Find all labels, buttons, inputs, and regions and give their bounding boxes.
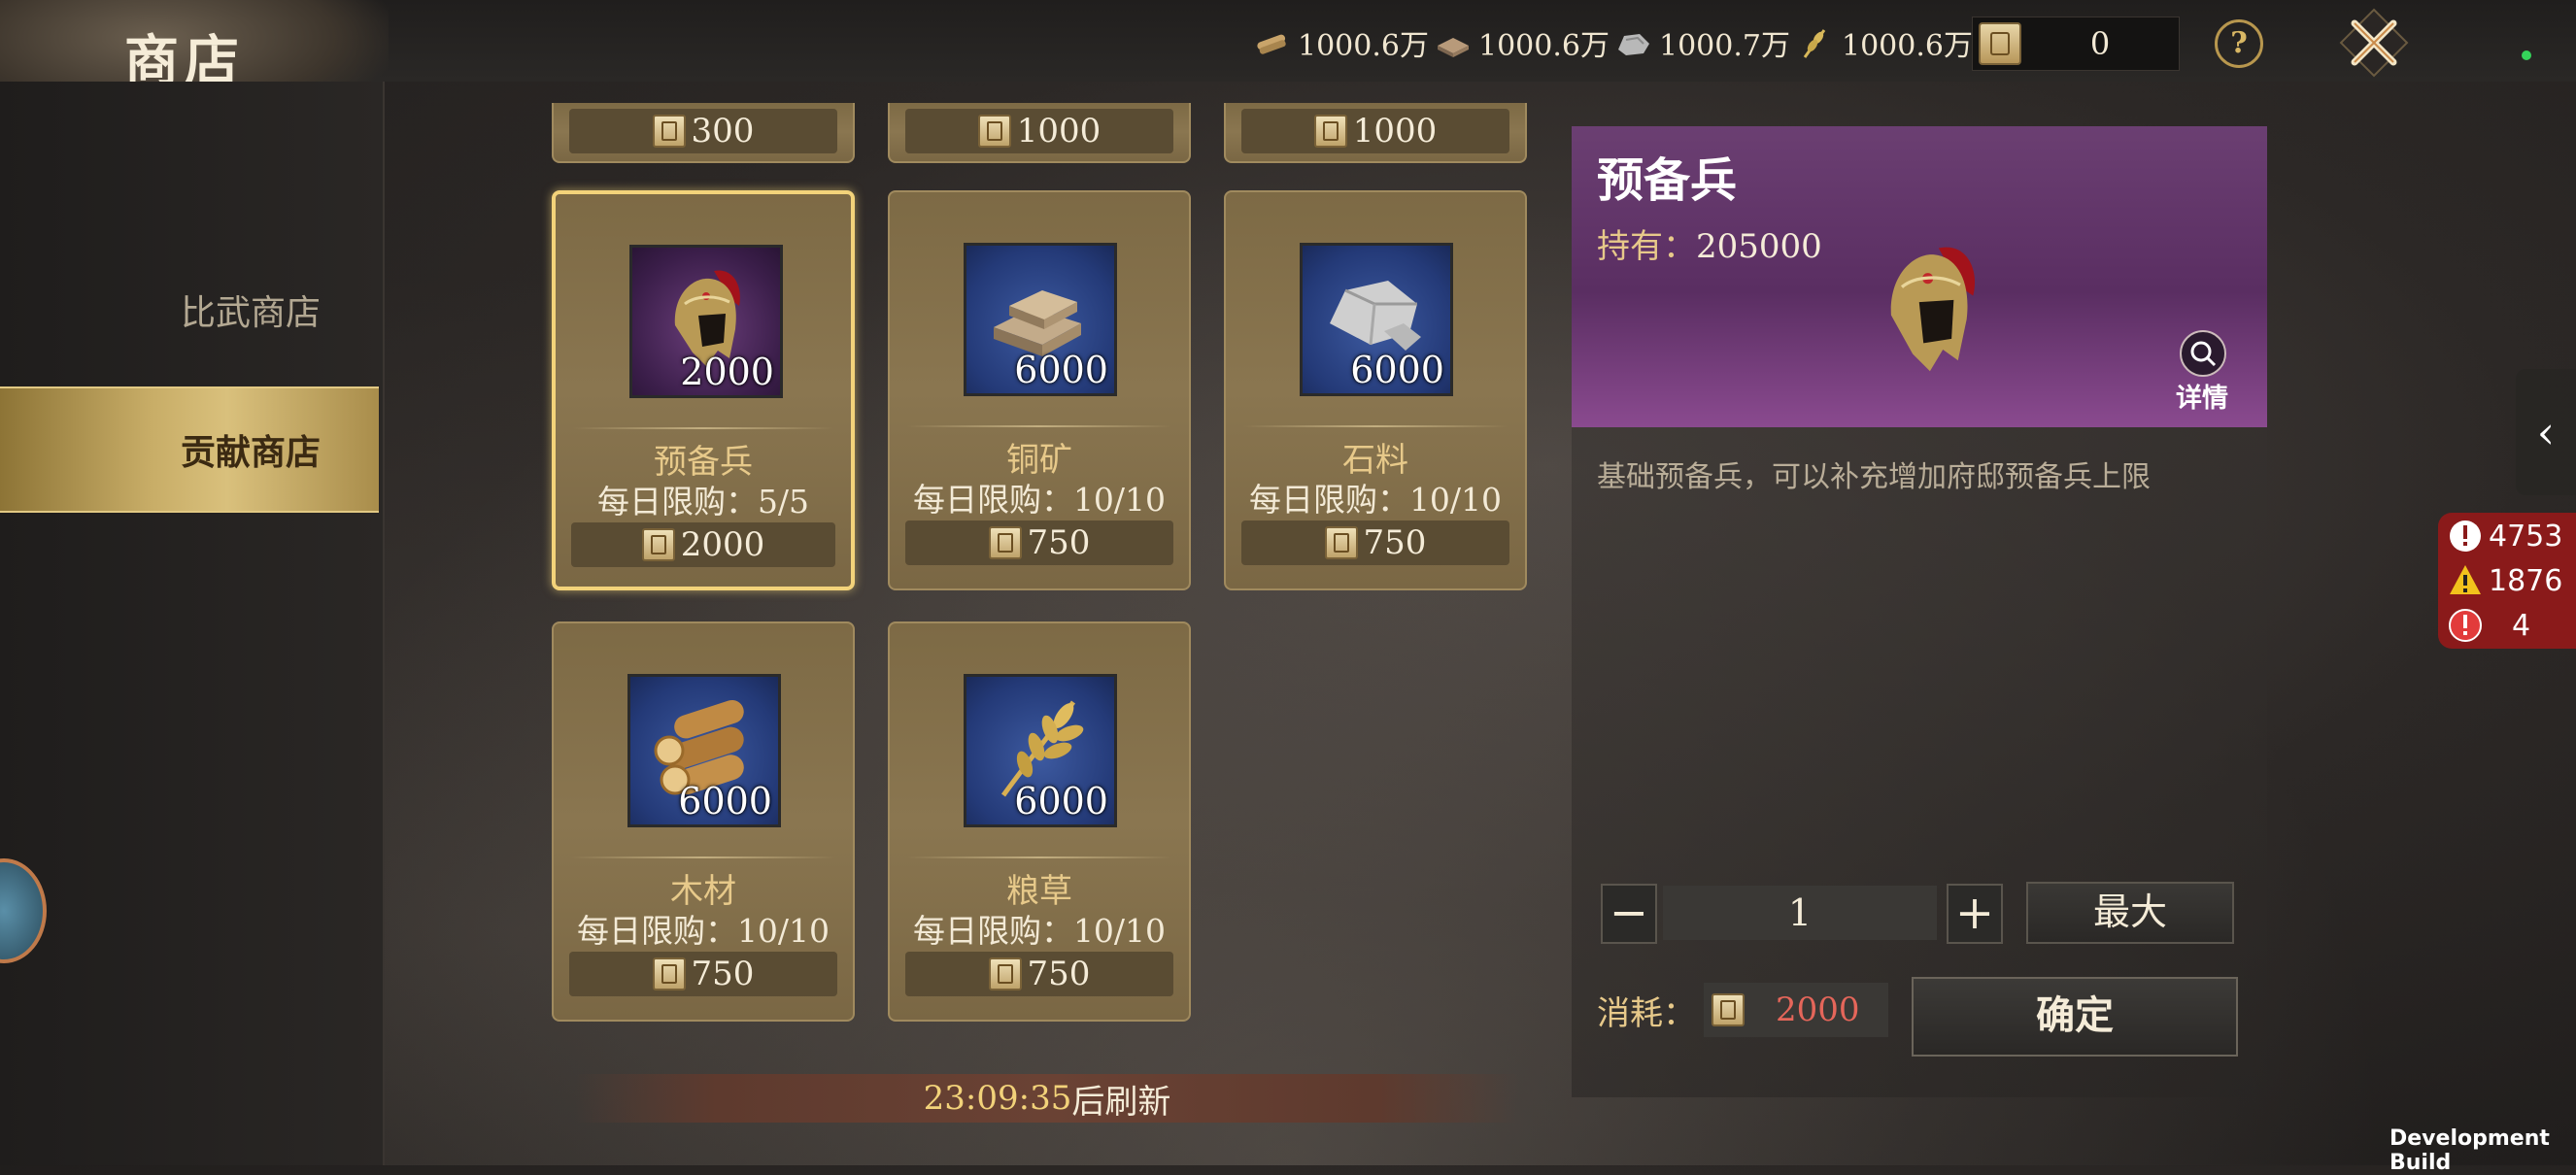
price-tag: 2000: [571, 522, 835, 567]
daily-limit: 每日限购：10/10: [912, 481, 1167, 519]
wood-icon: [1257, 34, 1286, 54]
alert-row-error: 4: [2448, 608, 2530, 643]
search-icon[interactable]: [2180, 330, 2226, 377]
refresh-timer: 23:09:35 后刷新: [575, 1074, 1519, 1123]
contribution-token-icon: [1313, 115, 1347, 148]
contribution-token-icon: [977, 115, 1011, 148]
alert-row-warning: 1876: [2448, 563, 2562, 598]
max-button[interactable]: 最大: [2026, 882, 2234, 944]
debug-alert-panel[interactable]: 4753 1876 4: [2438, 513, 2576, 649]
item-icon-frame: 6000: [964, 243, 1117, 396]
detail-header: 预备兵 持有：205000 详情: [1572, 126, 2267, 427]
price-tag: 750: [569, 952, 837, 996]
detail-title: 预备兵: [1597, 153, 1738, 208]
resource-copper: 1000.6万: [1434, 21, 1610, 64]
shop-card-partial[interactable]: 1000: [1224, 103, 1527, 163]
shop-card-wood[interactable]: 6000 木材 每日限购：10/10 750: [552, 621, 855, 1022]
price-tag: 750: [1241, 520, 1509, 565]
error-icon: [2449, 609, 2482, 642]
price-tag: 1000: [905, 109, 1173, 153]
resource-grain: 1000.6万: [1797, 21, 1973, 64]
info-icon: [2450, 520, 2481, 552]
resource-wood: 1000.6万: [1253, 21, 1429, 64]
owned-count: 持有：205000: [1597, 227, 1822, 266]
daily-limit: 每日限购：5/5: [596, 483, 810, 520]
shop-card-partial[interactable]: 300: [552, 103, 855, 163]
cost-display: 消耗： 2000: [1597, 983, 1888, 1037]
daily-limit: 每日限购：10/10: [912, 912, 1167, 950]
grain-icon: [1803, 29, 1826, 58]
price-tag: 300: [569, 109, 837, 153]
shop-card-reserve-soldier[interactable]: 2000 预备兵 每日限购：5/5 2000: [552, 190, 855, 590]
contribution-currency: 0: [1972, 17, 2180, 71]
shop-card-copper[interactable]: 6000 铜矿 每日限购：10/10 750: [888, 190, 1191, 590]
sidebar: 比武商店 贡献商店: [0, 82, 385, 1165]
daily-limit: 每日限购：10/10: [1248, 481, 1503, 519]
divider: [907, 425, 1171, 427]
divider: [1243, 425, 1508, 427]
contribution-token-icon: [652, 115, 686, 148]
item-icon-frame: 2000: [629, 245, 783, 398]
alert-row-info: 4753: [2448, 519, 2562, 554]
item-icon-frame: 6000: [964, 674, 1117, 827]
contribution-token-icon: [652, 957, 686, 990]
price-tag: 750: [905, 520, 1173, 565]
quantity-input[interactable]: 1: [1663, 886, 1937, 940]
stone-icon: [1618, 34, 1649, 55]
item-icon-frame: 6000: [627, 674, 781, 827]
floating-orb-button[interactable]: [0, 858, 47, 963]
contribution-token-icon: [988, 957, 1022, 990]
details-link[interactable]: 详情: [2176, 377, 2228, 415]
network-status-dot: [2522, 50, 2531, 60]
item-detail-panel: 预备兵 持有：205000 详情 基础预备兵，可以补充增加府邸预备兵上限 − 1…: [1572, 126, 2267, 1097]
divider: [571, 856, 835, 858]
contribution-token-icon: [1979, 22, 2021, 65]
helmet-icon: [1890, 247, 1976, 372]
confirm-button[interactable]: 确定: [1912, 977, 2238, 1057]
decrease-button[interactable]: −: [1601, 884, 1657, 944]
price-tag: 1000: [1241, 109, 1509, 153]
contribution-token-icon: [641, 528, 675, 561]
shop-card-stone[interactable]: 6000 石料 每日限购：10/10 750: [1224, 190, 1527, 590]
price-tag: 750: [905, 952, 1173, 996]
chevron-left-icon[interactable]: ‹: [2516, 369, 2576, 495]
shop-card-partial[interactable]: 1000: [888, 103, 1191, 163]
sidebar-item-contribution-shop[interactable]: 贡献商店: [0, 386, 379, 513]
item-description: 基础预备兵，可以补充增加府邸预备兵上限: [1597, 460, 2151, 494]
warning-icon: [2450, 565, 2481, 594]
copper-icon: [1438, 38, 1469, 57]
increase-button[interactable]: +: [1947, 884, 2003, 944]
contribution-token-icon: [1324, 526, 1358, 559]
resource-stone: 1000.7万: [1614, 21, 1790, 64]
close-icon[interactable]: [2339, 8, 2409, 78]
item-icon-frame: 6000: [1300, 243, 1453, 396]
development-build-label: Development Build: [2390, 1126, 2550, 1175]
divider: [573, 427, 833, 429]
divider: [907, 856, 1171, 858]
shop-card-grain[interactable]: 6000 粮草 每日限购：10/10 750: [888, 621, 1191, 1022]
help-button[interactable]: ?: [2215, 19, 2263, 68]
contribution-token-icon: [988, 526, 1022, 559]
sidebar-item-arena-shop[interactable]: 比武商店: [0, 247, 379, 373]
contribution-token-icon: [1712, 993, 1745, 1026]
cost-box: 2000: [1704, 983, 1888, 1037]
daily-limit: 每日限购：10/10: [576, 912, 830, 950]
